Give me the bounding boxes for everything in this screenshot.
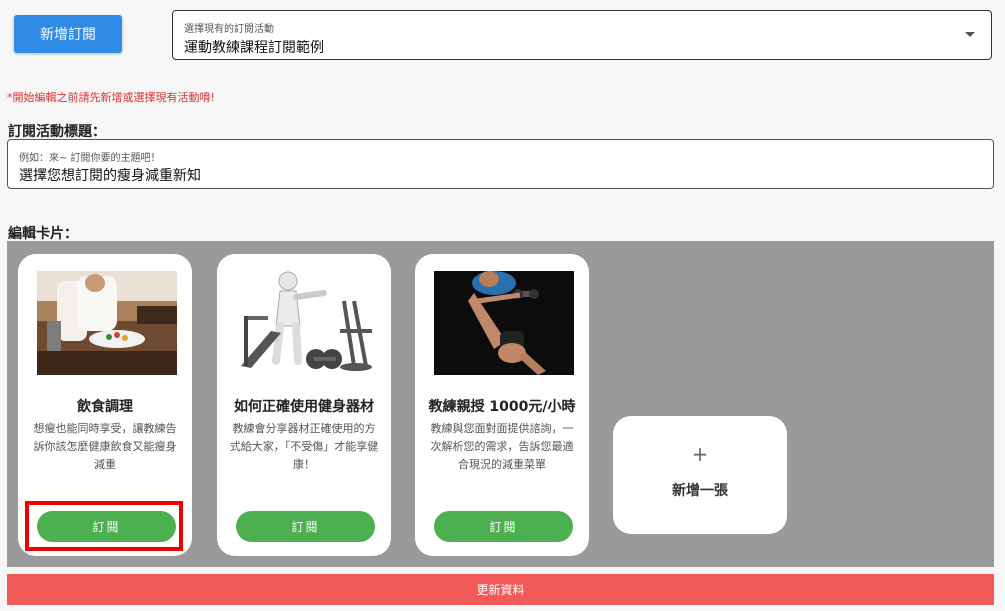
- title-input[interactable]: 例如：來~ 訂閱你要的主題吧！ 選擇您想訂閱的瘦身減重新知: [7, 139, 994, 189]
- card-description: 教練會分享器材正確使用的方式給大家，「不受傷」才能享健康！: [229, 422, 379, 471]
- card-description: 想瘦也能同時享受，讓教練告訴你該怎麼健康飲食又能瘦身減重: [33, 422, 177, 471]
- title-input-value: 選擇您想訂閱的瘦身減重新知: [19, 168, 201, 184]
- activity-select[interactable]: 選擇現有的訂閱活動 運動教練課程訂閱範例: [172, 10, 992, 60]
- update-button[interactable]: 更新資料: [7, 574, 994, 605]
- subscribe-button[interactable]: 訂閱: [434, 511, 573, 542]
- card-title: 飲食調理: [77, 399, 133, 415]
- highlight-box: [25, 501, 183, 551]
- training-photo: [434, 271, 574, 375]
- activity-select-value: 運動教練課程訂閱範例: [184, 40, 324, 56]
- cards-area: 飲食調理 想瘦也能同時享受，讓教練告訴你該怎麼健康飲食又能瘦身減重 訂閱 如何正: [7, 241, 994, 567]
- cooking-photo: [37, 271, 177, 375]
- add-subscription-button[interactable]: 新增訂閱: [14, 15, 122, 53]
- card-equipment[interactable]: 如何正確使用健身器材 教練會分享器材正確使用的方式給大家，「不受傷」才能享健康！…: [217, 254, 391, 556]
- gym-equipment-illustration: [236, 271, 376, 375]
- plus-icon: +: [691, 442, 709, 466]
- title-section-heading: 訂閱活動標題：: [8, 124, 106, 140]
- card-description: 教練與您面對面提供諮詢，一次解析您的需求，告訴您最適合現況的減重菜單: [430, 422, 574, 471]
- title-input-placeholder: 例如：來~ 訂閱你要的主題吧！: [19, 153, 161, 164]
- dropdown-arrow-icon[interactable]: [965, 32, 975, 37]
- add-card-label: 新增一張: [672, 483, 728, 499]
- card-coaching[interactable]: 教練親授 1000元/小時 教練與您面對面提供諮詢，一次解析您的需求，告訴您最適…: [415, 254, 589, 556]
- cards-section-heading: 編輯卡片：: [8, 226, 78, 242]
- card-title: 教練親授 1000元/小時: [428, 399, 576, 415]
- subscribe-button[interactable]: 訂閱: [236, 511, 375, 542]
- card-title: 如何正確使用健身器材: [234, 399, 374, 415]
- activity-select-label: 選擇現有的訂閱活動: [184, 24, 274, 35]
- add-card-button[interactable]: + 新增一張: [613, 416, 787, 534]
- warning-text: *開始編輯之前請先新增或選擇現有活動唷!: [7, 91, 215, 104]
